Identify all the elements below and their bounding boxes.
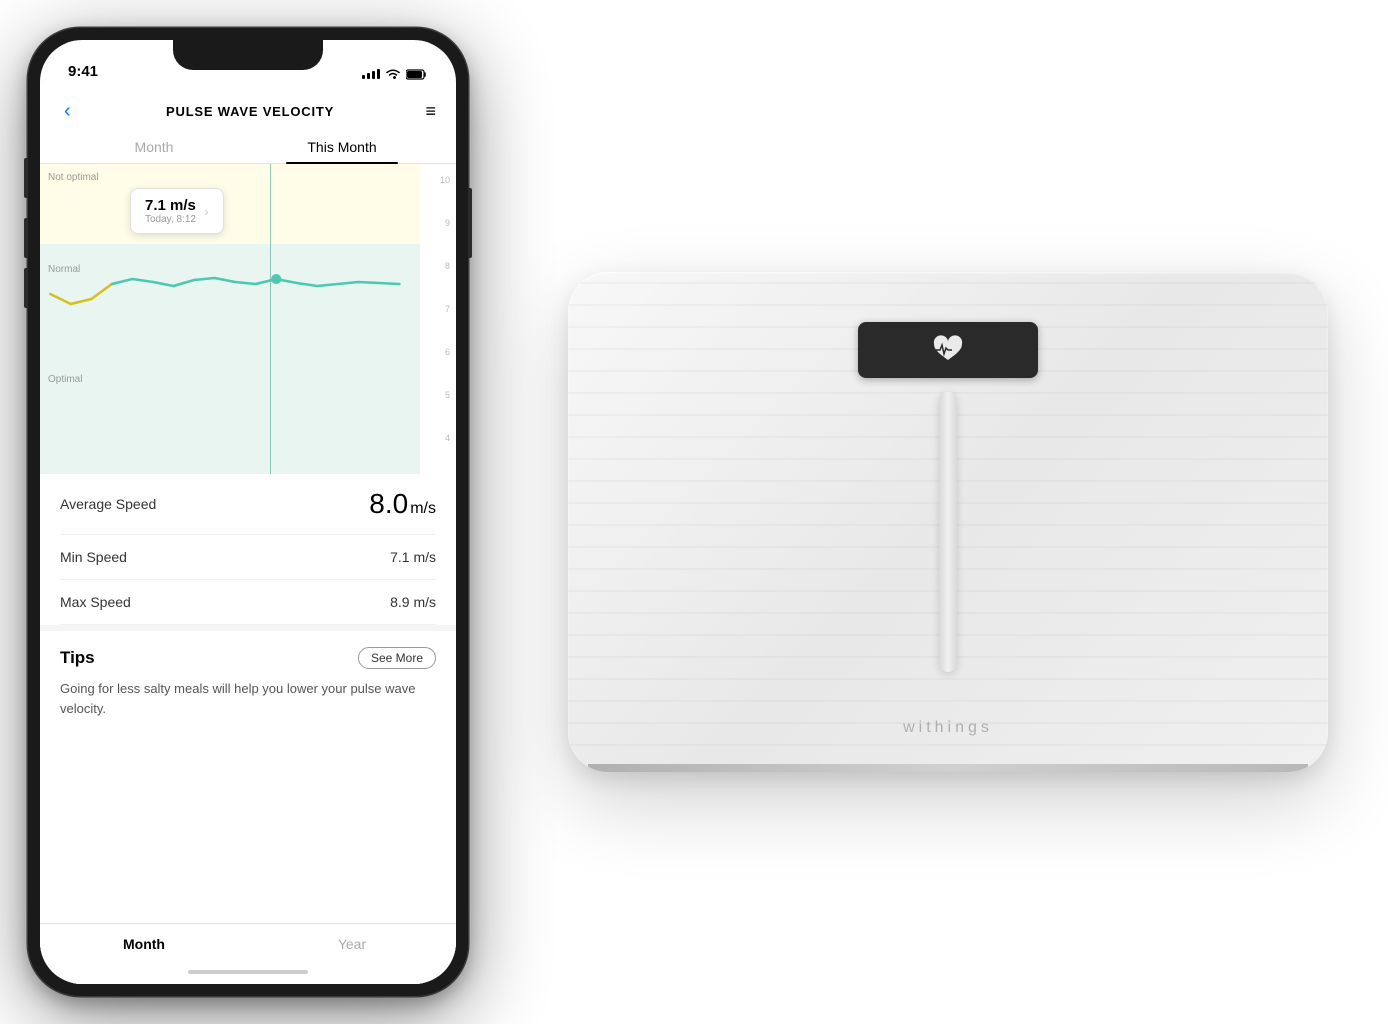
tab-month[interactable]: Month <box>60 131 248 163</box>
scale-body: withings <box>568 272 1328 772</box>
wifi-icon <box>385 68 401 80</box>
bottom-tab-year[interactable]: Year <box>248 924 456 960</box>
max-speed-value: 8.9 m/s <box>390 594 436 610</box>
scale-4: 4 <box>445 434 450 443</box>
battery-icon <box>406 69 428 80</box>
stats-section: Average Speed 8.0m/s Min Speed 7.1 m/s M… <box>40 474 456 625</box>
tab-this-month[interactable]: This Month <box>248 131 436 163</box>
status-time: 9:41 <box>68 63 98 82</box>
min-speed-label: Min Speed <box>60 549 127 565</box>
scale-display <box>858 322 1038 378</box>
chart-area: Not optimal Normal Optimal 10 9 8 7 6 5 … <box>40 164 456 474</box>
average-speed-value: 8.0m/s <box>369 488 436 520</box>
max-speed-label: Max Speed <box>60 594 131 610</box>
cursor-line <box>270 164 271 474</box>
tooltip-arrow-icon: › <box>204 203 209 219</box>
stat-row-min: Min Speed 7.1 m/s <box>60 535 436 580</box>
phone-outer: 9:41 <box>28 28 468 996</box>
chart-tooltip: 7.1 m/s Today, 8:12 › <box>130 188 224 234</box>
status-icons <box>362 68 428 82</box>
page-title: PULSE WAVE VELOCITY <box>166 104 334 119</box>
tips-text: Going for less salty meals will help you… <box>60 679 436 718</box>
tips-header: Tips See More <box>60 647 436 669</box>
see-more-button[interactable]: See More <box>358 647 436 669</box>
tooltip-value: 7.1 m/s <box>145 197 196 214</box>
menu-button[interactable]: ≡ <box>425 101 436 122</box>
scale-8: 8 <box>445 262 450 271</box>
tips-section: Tips See More Going for less salty meals… <box>40 625 456 734</box>
stat-row-max: Max Speed 8.9 m/s <box>60 580 436 625</box>
tab-selector: Month This Month <box>40 131 456 164</box>
home-indicator-bar <box>188 970 308 974</box>
scene: 9:41 <box>0 0 1388 1024</box>
home-indicator <box>40 960 456 984</box>
heart-icon <box>930 332 966 368</box>
tooltip-date: Today, 8:12 <box>145 214 196 225</box>
stat-row-average: Average Speed 8.0m/s <box>60 474 436 535</box>
scale-wrapper: withings <box>568 212 1328 812</box>
scale-6: 6 <box>445 348 450 357</box>
scale-bottom-edge <box>588 764 1308 772</box>
app-content: ‹ PULSE WAVE VELOCITY ≡ Month This Month <box>40 88 456 984</box>
scale-7: 7 <box>445 305 450 314</box>
back-button[interactable]: ‹ <box>60 96 75 127</box>
scale-brand: withings <box>903 719 993 737</box>
tips-title: Tips <box>60 648 95 668</box>
min-speed-value: 7.1 m/s <box>390 549 436 565</box>
nav-bar: ‹ PULSE WAVE VELOCITY ≡ <box>40 88 456 131</box>
scale-9: 9 <box>445 219 450 228</box>
notch <box>173 40 323 70</box>
phone-screen: 9:41 <box>40 40 456 984</box>
bottom-tab-month[interactable]: Month <box>40 924 248 960</box>
scale-5: 5 <box>445 391 450 400</box>
bottom-tabs: Month Year <box>40 923 456 960</box>
scale-10: 10 <box>440 176 450 185</box>
scale-handle <box>939 392 957 672</box>
average-speed-label: Average Speed <box>60 496 156 512</box>
chart-svg <box>40 164 420 474</box>
phone: 9:41 <box>28 28 468 996</box>
signal-icon <box>362 69 380 79</box>
